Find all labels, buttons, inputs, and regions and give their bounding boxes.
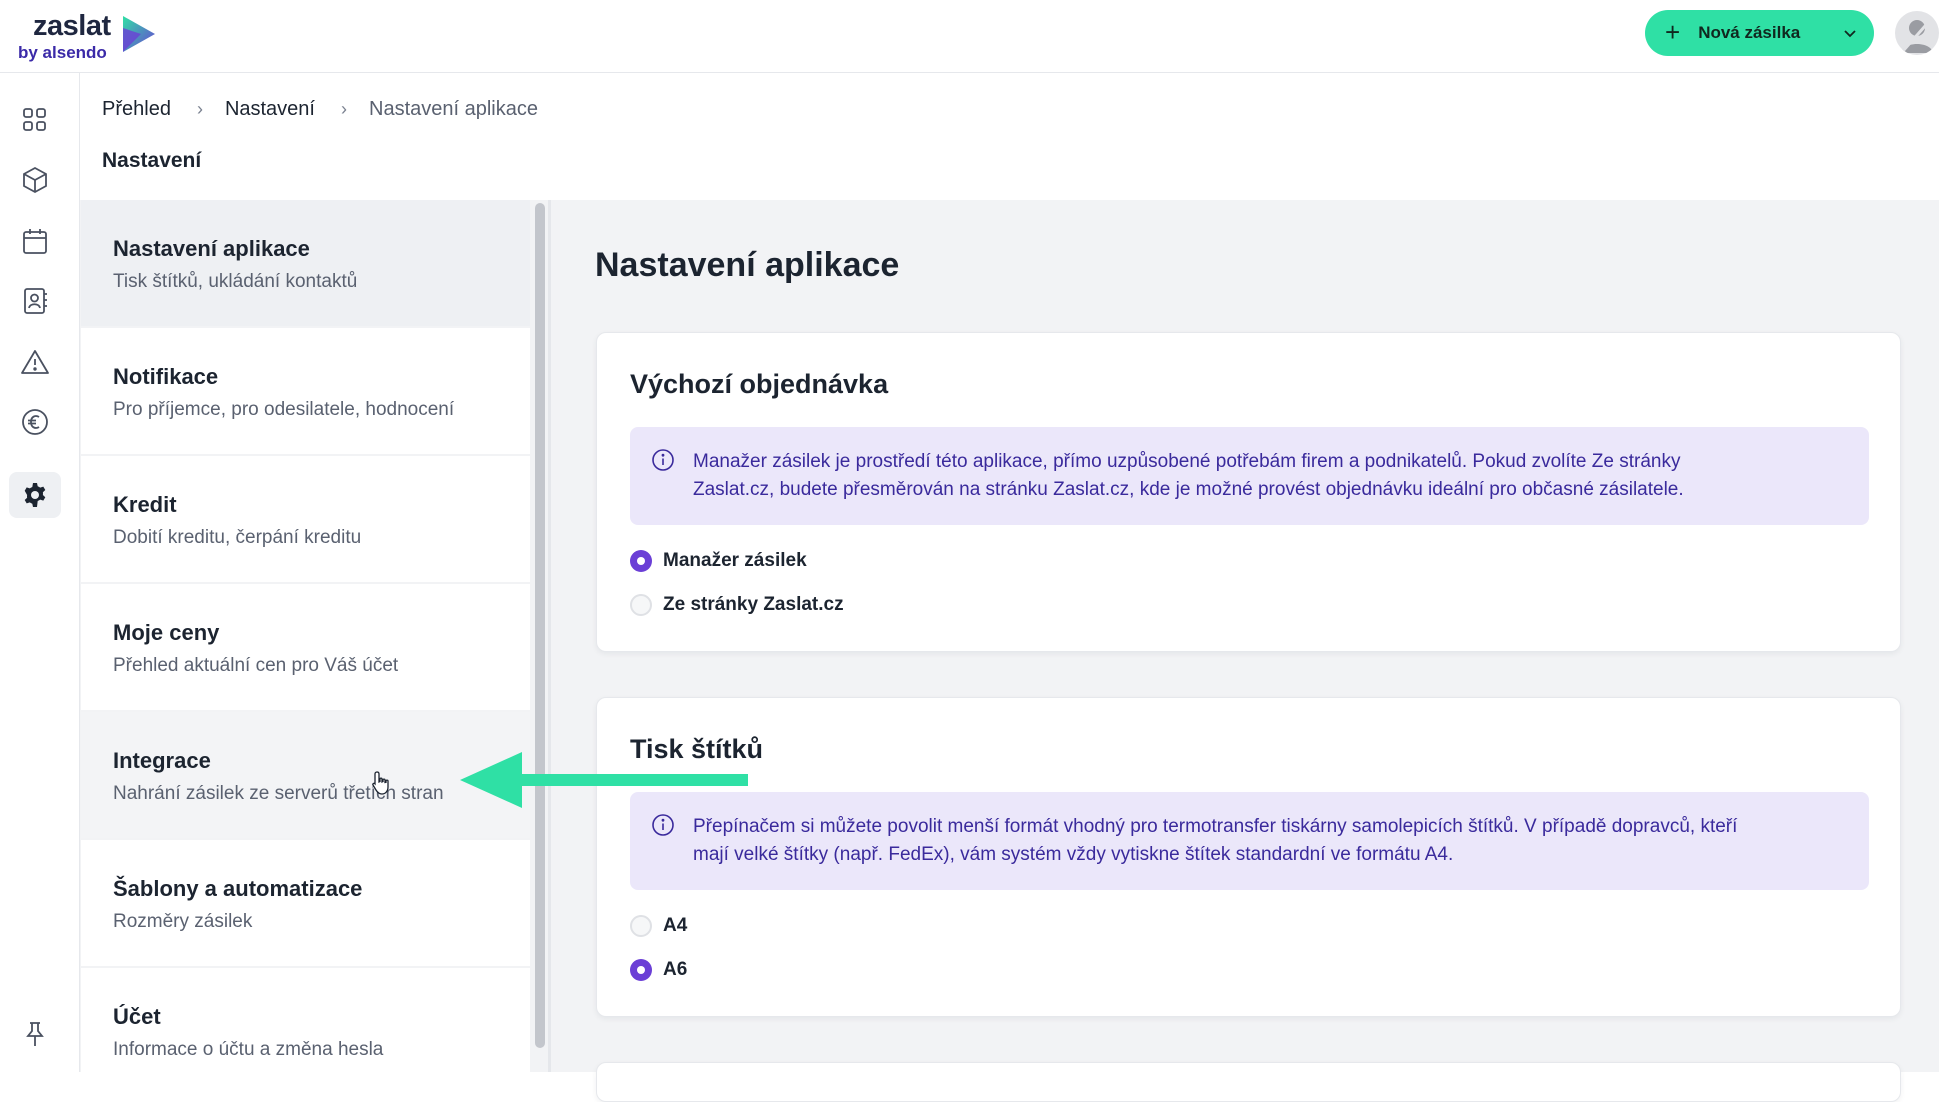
nav-item-subtitle: Nahrání zásilek ze serverů třetích stran — [113, 783, 444, 804]
radio-label: Ze stránky Zaslat.cz — [663, 594, 844, 615]
settings-nav-item-notifications[interactable]: Notifikace Pro příjemce, pro odesilatele… — [81, 328, 530, 454]
annotation-arrow-icon — [460, 752, 748, 808]
nav-item-subtitle: Rozměry zásilek — [113, 911, 253, 932]
breadcrumb: Přehled › Nastavení › Nastavení aplikace — [102, 98, 538, 121]
dashboard-icon[interactable] — [12, 97, 58, 143]
radio-label: Manažer zásilek — [663, 550, 807, 571]
plus-icon: + — [1665, 16, 1681, 47]
settings-nav-item-templates[interactable]: Šablony a automatizace Rozměry zásilek — [81, 840, 530, 966]
radio-manager[interactable]: Manažer zásilek — [630, 550, 807, 572]
logo-word: zaslat — [33, 9, 111, 42]
info-text-line: Zaslat.cz, budete přesměrován na stránku… — [693, 479, 1684, 500]
page-title: Nastavení — [102, 149, 202, 172]
radio-button[interactable] — [630, 594, 652, 616]
radio-label: A6 — [663, 959, 688, 980]
logo[interactable]: zaslat by alsendo — [18, 6, 157, 66]
breadcrumb-item-current: Nastavení aplikace — [369, 98, 538, 120]
radio-button[interactable] — [630, 959, 652, 981]
hand-cursor-icon — [372, 771, 389, 795]
info-box: Přepínačem si můžete povolit menší formá… — [630, 792, 1869, 890]
icon-rail — [0, 73, 80, 1072]
user-icon — [1901, 16, 1935, 53]
card-title: Výchozí objednávka — [630, 369, 889, 399]
info-text: Přepínačem si můžete povolit menší formá… — [693, 813, 1843, 869]
nav-item-title: Šablony a automatizace — [113, 876, 363, 901]
settings-nav: Nastavení aplikace Tisk štítků, ukládání… — [81, 200, 530, 1094]
radio-button[interactable] — [630, 550, 652, 572]
breadcrumb-item-settings[interactable]: Nastavení — [225, 98, 315, 121]
nav-item-subtitle: Pro příjemce, pro odesilatele, hodnocení — [113, 399, 455, 420]
info-icon — [652, 814, 674, 836]
info-text-line: Manažer zásilek je prostředí této aplika… — [693, 451, 1681, 472]
info-text-line: mají velké štítky (např. FedEx), vám sys… — [693, 844, 1454, 865]
euro-icon[interactable] — [12, 399, 58, 445]
next-card — [596, 1062, 1901, 1102]
package-icon[interactable] — [12, 157, 58, 203]
settings-nav-item-account[interactable]: Účet Informace o účtu a změna hesla — [81, 968, 530, 1094]
settings-nav-item-my-prices[interactable]: Moje ceny Přehled aktuální cen pro Váš ú… — [81, 584, 530, 710]
warning-icon[interactable] — [12, 339, 58, 385]
nav-item-subtitle: Přehled aktuální cen pro Váš účet — [113, 655, 399, 676]
label-print-card: Tisk štítků Přepínačem si můžete povolit… — [596, 697, 1901, 1017]
info-box: Manažer zásilek je prostředí této aplika… — [630, 427, 1869, 525]
radio-button[interactable] — [630, 915, 652, 937]
nav-item-subtitle: Dobití kreditu, čerpání kreditu — [113, 527, 362, 548]
user-avatar[interactable] — [1895, 11, 1939, 55]
breadcrumb-item-overview[interactable]: Přehled — [102, 98, 171, 121]
info-text: Manažer zásilek je prostředí této aplika… — [693, 448, 1843, 504]
settings-icon[interactable] — [9, 472, 61, 518]
contacts-icon[interactable] — [12, 278, 58, 324]
divider — [548, 200, 551, 1072]
default-order-card: Výchozí objednávka Manažer zásilek je pr… — [596, 332, 1901, 652]
radio-label: A4 — [663, 915, 688, 936]
info-text-line: Přepínačem si můžete povolit menší formá… — [693, 816, 1738, 837]
new-shipment-label: Nová zásilka — [1698, 23, 1801, 42]
nav-item-title: Integrace — [113, 748, 211, 773]
calendar-icon[interactable] — [12, 218, 58, 264]
chevron-right-icon: › — [341, 99, 347, 119]
nav-item-title: Nastavení aplikace — [113, 236, 310, 261]
new-shipment-button[interactable]: + Nová zásilka — [1645, 10, 1874, 56]
scrollbar-thumb[interactable] — [535, 203, 545, 1048]
nav-item-subtitle: Tisk štítků, ukládání kontaktů — [113, 271, 358, 292]
nav-item-title: Účet — [113, 1004, 161, 1029]
chevron-down-icon[interactable] — [1842, 25, 1858, 41]
nav-item-subtitle: Informace o účtu a změna hesla — [113, 1039, 384, 1060]
radio-a4[interactable]: A4 — [630, 915, 687, 937]
settings-nav-item-credit[interactable]: Kredit Dobití kreditu, čerpání kreditu — [81, 456, 530, 582]
nav-item-title: Moje ceny — [113, 620, 220, 645]
pin-icon[interactable] — [12, 1011, 58, 1057]
radio-website[interactable]: Ze stránky Zaslat.cz — [630, 594, 844, 616]
nav-item-title: Kredit — [113, 492, 177, 517]
radio-a6[interactable]: A6 — [630, 959, 687, 981]
section-title: Nastavení aplikace — [595, 246, 900, 284]
settings-nav-item-app[interactable]: Nastavení aplikace Tisk štítků, ukládání… — [81, 200, 530, 326]
logo-subtitle: by alsendo — [18, 42, 107, 62]
nav-item-title: Notifikace — [113, 364, 219, 389]
chevron-right-icon: › — [196, 99, 203, 119]
logo-mark-icon — [122, 16, 155, 52]
info-icon — [652, 449, 674, 471]
top-bar: zaslat by alsendo + Nová zásilka — [0, 0, 1939, 73]
